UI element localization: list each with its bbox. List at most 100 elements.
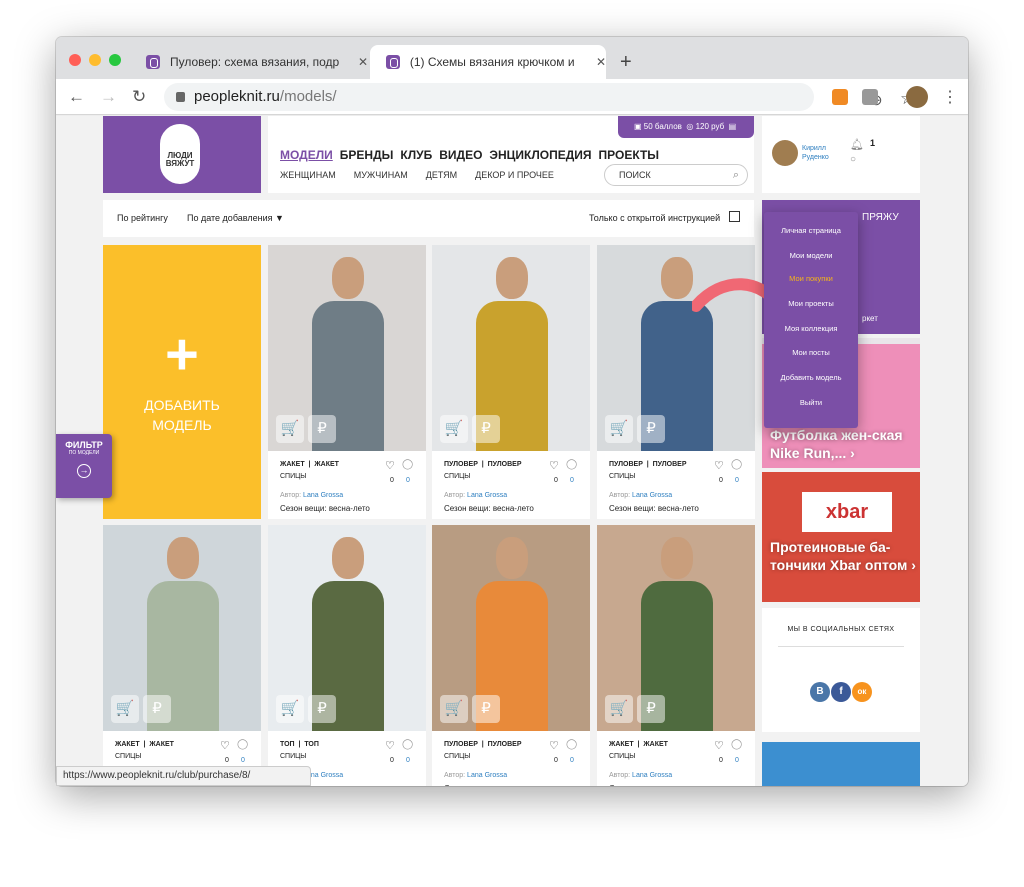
- nav-models[interactable]: МОДЕЛИ: [280, 148, 333, 162]
- search-icon[interactable]: ⌕: [733, 169, 739, 182]
- category-2[interactable]: ЖАКЕТ: [149, 741, 174, 748]
- comment-icon[interactable]: ◯: [566, 459, 577, 470]
- category-1[interactable]: ТОП: [280, 741, 295, 748]
- only-instructions-checkbox[interactable]: [729, 211, 740, 222]
- new-tab-button[interactable]: +: [620, 51, 632, 74]
- author-link[interactable]: Lana Grossa: [632, 772, 672, 779]
- messages-icon[interactable]: ○: [850, 154, 856, 165]
- category-1[interactable]: ПУЛОВЕР: [609, 461, 643, 468]
- minimize-window-button[interactable]: [89, 54, 101, 66]
- balance-bar[interactable]: ▣ 50 баллов ◎ 120 руб ▤: [618, 116, 754, 138]
- search-input[interactable]: ПОИСК ⌕: [604, 164, 748, 186]
- category-1[interactable]: ПУЛОВЕР: [444, 461, 478, 468]
- author-link[interactable]: Lana Grossa: [632, 492, 672, 499]
- model-photo[interactable]: 🛒 ₽: [268, 525, 426, 731]
- category-1[interactable]: ЖАКЕТ: [280, 461, 305, 468]
- linkedin-extension-icon[interactable]: [862, 89, 878, 105]
- model-card[interactable]: 🛒 ₽ ЖАКЕТ | ЖАКЕТ СПИЦЫ ♡ ◯ 0 0 Автор: L…: [103, 525, 261, 786]
- odnoklassniki-icon[interactable]: ок: [852, 682, 872, 702]
- cart-icon[interactable]: 🛒: [605, 695, 633, 723]
- heart-icon[interactable]: ♡: [549, 739, 559, 752]
- nav-club[interactable]: КЛУБ: [400, 148, 432, 162]
- menu-my-purchases[interactable]: Мои покупки: [764, 274, 858, 283]
- tab-close-icon[interactable]: ✕: [358, 55, 368, 69]
- browser-menu-icon[interactable]: ⋮: [942, 87, 958, 107]
- category-2[interactable]: ТОП: [304, 741, 319, 748]
- heart-icon[interactable]: ♡: [714, 459, 724, 472]
- category-1[interactable]: ПУЛОВЕР: [444, 741, 478, 748]
- site-logo[interactable]: ЛЮДИ ВЯЖУТ: [103, 116, 261, 193]
- bell-icon[interactable]: 🔔︎: [850, 138, 864, 151]
- subnav-decor[interactable]: ДЕКОР И ПРОЧЕЕ: [475, 170, 554, 180]
- cart-icon[interactable]: 🛒: [276, 695, 304, 723]
- model-photo[interactable]: 🛒 ₽: [103, 525, 261, 731]
- heart-icon[interactable]: ♡: [385, 459, 395, 472]
- heart-icon[interactable]: ♡: [549, 459, 559, 472]
- comment-icon[interactable]: ◯: [402, 459, 413, 470]
- model-photo[interactable]: 🛒 ₽: [432, 245, 590, 451]
- reload-button[interactable]: ↻: [132, 87, 146, 107]
- facebook-icon[interactable]: f: [831, 682, 851, 702]
- tab-pullover[interactable]: Пуловер: схема вязания, подр ✕: [130, 45, 370, 79]
- heart-icon[interactable]: ♡: [220, 739, 230, 752]
- ruble-icon[interactable]: ₽: [472, 695, 500, 723]
- nav-video[interactable]: ВИДЕО: [439, 148, 482, 162]
- cart-icon[interactable]: 🛒: [276, 415, 304, 443]
- back-button[interactable]: ←: [68, 87, 85, 107]
- heart-icon[interactable]: ♡: [714, 739, 724, 752]
- category-2[interactable]: ПУЛОВЕР: [488, 741, 522, 748]
- subnav-kids[interactable]: ДЕТЯМ: [426, 170, 457, 180]
- cart-icon[interactable]: 🛒: [440, 415, 468, 443]
- comment-icon[interactable]: ◯: [402, 739, 413, 750]
- cart-icon[interactable]: 🛒: [605, 415, 633, 443]
- menu-logout[interactable]: Выйти: [764, 398, 858, 407]
- filter-button[interactable]: ФИЛЬТР ПО МОДЕЛИ →: [56, 434, 112, 498]
- model-photo[interactable]: 🛒 ₽: [597, 525, 755, 731]
- menu-my-collection[interactable]: Моя коллекция: [764, 324, 858, 333]
- menu-personal-page[interactable]: Личная страница: [764, 226, 858, 235]
- model-card[interactable]: 🛒 ₽ ЖАКЕТ | ЖАКЕТ СПИЦЫ ♡ ◯ 0 0 Автор: L…: [268, 245, 426, 519]
- menu-my-posts[interactable]: Мои посты: [764, 348, 858, 357]
- model-card[interactable]: 🛒 ₽ ПУЛОВЕР | ПУЛОВЕР СПИЦЫ ♡ ◯ 0 0 Авто…: [432, 525, 590, 786]
- tab-close-icon[interactable]: ✕: [596, 55, 606, 69]
- nav-brands[interactable]: БРЕНДЫ: [340, 148, 394, 162]
- ruble-icon[interactable]: ₽: [637, 415, 665, 443]
- author-link[interactable]: Lana Grossa: [467, 492, 507, 499]
- cart-icon[interactable]: 🛒: [440, 695, 468, 723]
- category-1[interactable]: ЖАКЕТ: [115, 741, 140, 748]
- user-avatar[interactable]: [772, 140, 798, 166]
- menu-my-models[interactable]: Мои модели: [764, 251, 858, 260]
- subnav-women[interactable]: ЖЕНЩИНАМ: [280, 170, 336, 180]
- add-model-card[interactable]: + ДОБАВИТЬ МОДЕЛЬ: [103, 245, 261, 519]
- profile-avatar[interactable]: [906, 86, 928, 108]
- comment-icon[interactable]: ◯: [731, 459, 742, 470]
- ruble-icon[interactable]: ₽: [472, 415, 500, 443]
- category-2[interactable]: ЖАКЕТ: [314, 461, 339, 468]
- ruble-icon[interactable]: ₽: [637, 695, 665, 723]
- cart-icon[interactable]: 🛒: [111, 695, 139, 723]
- ruble-icon[interactable]: ₽: [143, 695, 171, 723]
- menu-add-model[interactable]: Добавить модель: [764, 373, 858, 382]
- sort-by-date[interactable]: По дате добавления ▼: [187, 213, 284, 223]
- user-name[interactable]: Кирилл Руденко: [802, 144, 829, 162]
- nav-encyclopedia[interactable]: ЭНЦИКЛОПЕДИЯ: [489, 148, 591, 162]
- close-window-button[interactable]: [69, 54, 81, 66]
- author-link[interactable]: Lana Grossa: [467, 772, 507, 779]
- model-card[interactable]: 🛒 ₽ ПУЛОВЕР | ПУЛОВЕР СПИЦЫ ♡ ◯ 0 0 Авто…: [432, 245, 590, 519]
- model-card[interactable]: 🛒 ₽ ЖАКЕТ | ЖАКЕТ СПИЦЫ ♡ ◯ 0 0 Автор: L…: [597, 525, 755, 786]
- model-photo[interactable]: 🛒 ₽: [432, 525, 590, 731]
- forward-button[interactable]: →: [100, 87, 117, 107]
- address-bar[interactable]: peopleknit.ru/models/ ⊖ ☆: [164, 83, 915, 111]
- model-card[interactable]: 🛒 ₽ ТОП | ТОП СПИЦЫ ♡ ◯ 0 0 Автор: Lana …: [268, 525, 426, 786]
- category-2[interactable]: ПУЛОВЕР: [488, 461, 522, 468]
- menu-my-projects[interactable]: Мои проекты: [764, 299, 858, 308]
- category-2[interactable]: ПУЛОВЕР: [653, 461, 687, 468]
- heart-icon[interactable]: ♡: [385, 739, 395, 752]
- vk-icon[interactable]: В: [810, 682, 830, 702]
- rss-extension-icon[interactable]: [832, 89, 848, 105]
- ad-banner-bottom[interactable]: [762, 742, 920, 786]
- subnav-men[interactable]: МУЖЧИНАМ: [354, 170, 408, 180]
- category-1[interactable]: ЖАКЕТ: [609, 741, 634, 748]
- author-link[interactable]: Lana Grossa: [303, 492, 343, 499]
- comment-icon[interactable]: ◯: [566, 739, 577, 750]
